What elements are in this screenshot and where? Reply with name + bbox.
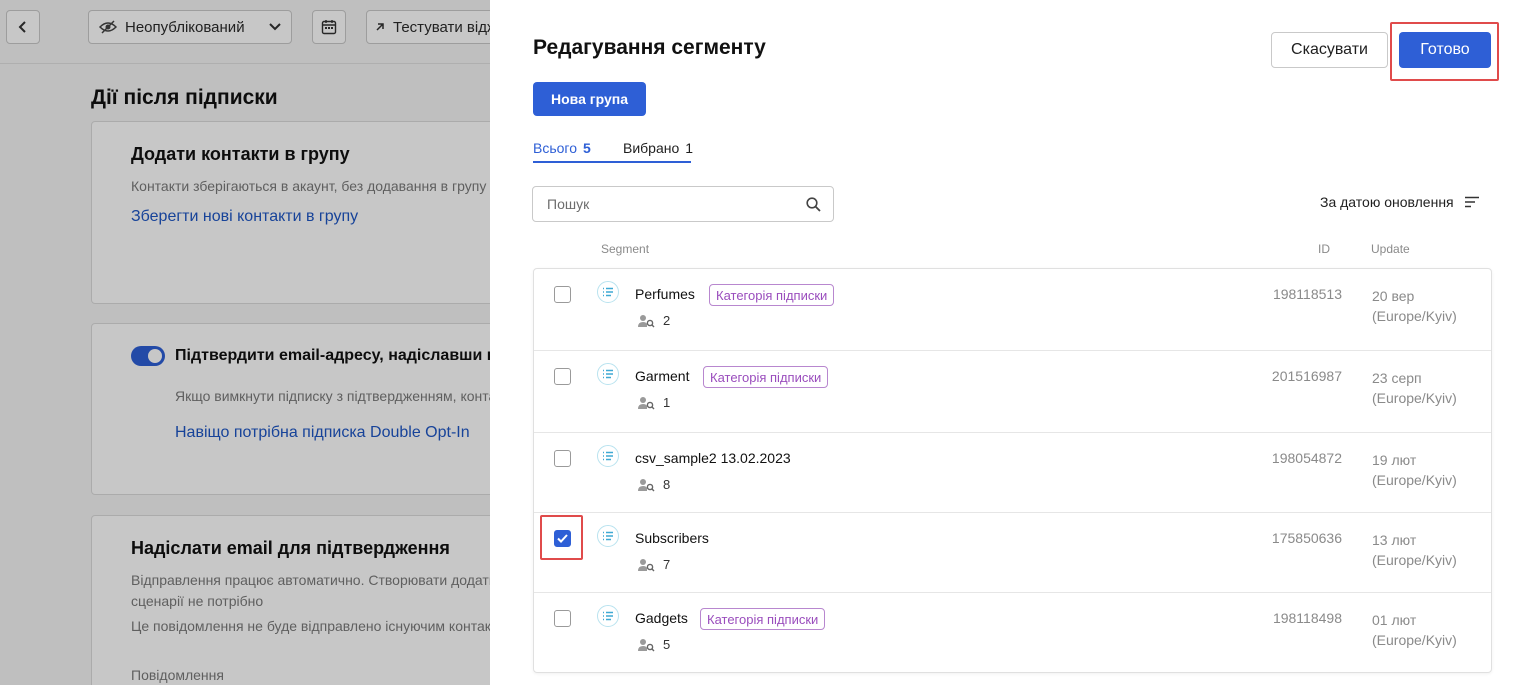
segment-tabs: Всього 5 Вибрано 1: [533, 138, 694, 163]
update-timezone: (Europe/Kyiv): [1372, 552, 1457, 568]
user-search-icon: [638, 314, 655, 327]
table-row[interactable]: Subscribers 7 175850636 13 лют (Europe/Ky…: [534, 513, 1491, 593]
done-button[interactable]: Готово: [1399, 32, 1491, 68]
segment-name[interactable]: Subscribers: [635, 530, 709, 546]
row-checkbox[interactable]: [554, 530, 571, 547]
table-row[interactable]: Garment Категорія підписки 1 201516987 2…: [534, 351, 1491, 433]
member-count-value: 5: [663, 637, 671, 652]
update-timezone: (Europe/Kyiv): [1372, 472, 1457, 488]
user-search-icon: [638, 478, 655, 491]
member-count: 8: [638, 477, 670, 492]
update-timezone: (Europe/Kyiv): [1372, 632, 1457, 648]
update-date: 20 вер (Europe/Kyiv): [1372, 286, 1457, 326]
cancel-button[interactable]: Скасувати: [1271, 32, 1388, 68]
member-count-value: 2: [663, 313, 671, 328]
search-icon[interactable]: [806, 196, 821, 212]
update-date: 13 лют (Europe/Kyiv): [1372, 530, 1457, 570]
table-row[interactable]: Perfumes Категорія підписки 2 198118513 …: [534, 269, 1491, 351]
new-group-button[interactable]: Нова група: [533, 82, 646, 116]
table-row[interactable]: csv_sample2 13.02.2023 8 198054872 19 лю…: [534, 433, 1491, 513]
segment-id: 198118498: [1272, 610, 1342, 626]
category-badge: Категорія підписки: [700, 608, 826, 630]
update-date-value: 13 лют: [1372, 532, 1417, 548]
member-count-value: 8: [663, 477, 671, 492]
tab-selected-count: 1: [685, 140, 694, 156]
modal-backdrop[interactable]: [0, 0, 490, 685]
table-row[interactable]: Gadgets Категорія підписки 5 198118498 0…: [534, 593, 1491, 673]
user-search-icon: [638, 558, 655, 571]
segment-name[interactable]: csv_sample2 13.02.2023: [635, 450, 791, 466]
checkmark-icon: [557, 534, 568, 543]
user-search-icon: [638, 396, 655, 409]
segment-list-icon: [597, 525, 619, 547]
row-checkbox[interactable]: [554, 286, 571, 303]
segment-list-icon: [597, 445, 619, 467]
segment-name[interactable]: Perfumes: [635, 286, 695, 302]
row-checkbox[interactable]: [554, 368, 571, 385]
member-count: 2: [638, 313, 670, 328]
drawer-title: Редагування сегменту: [533, 36, 766, 59]
search-placeholder: Пошук: [547, 196, 590, 212]
category-badge: Категорія підписки: [709, 284, 835, 306]
sort-control[interactable]: За датою оновлення: [1320, 194, 1480, 210]
column-header-id: ID: [1318, 242, 1330, 256]
tab-all[interactable]: Всього 5: [533, 138, 623, 158]
update-timezone: (Europe/Kyiv): [1372, 390, 1457, 406]
segment-name[interactable]: Garment: [635, 368, 689, 384]
update-date: 01 лют (Europe/Kyiv): [1372, 610, 1457, 650]
search-input[interactable]: Пошук: [532, 186, 834, 222]
segment-list-icon: [597, 281, 619, 303]
column-header-segment: Segment: [601, 242, 650, 256]
tab-all-label: Всього: [533, 140, 578, 156]
update-date-value: 01 лют: [1372, 612, 1417, 628]
sort-icon: [1464, 196, 1479, 208]
segment-list-icon: [597, 363, 619, 385]
tab-selected-label: Вибрано: [623, 140, 680, 156]
row-checkbox[interactable]: [554, 610, 571, 627]
segment-id: 201516987: [1271, 368, 1342, 384]
edit-segment-drawer: Редагування сегменту Скасувати Готово Но…: [490, 0, 1522, 685]
update-date: 19 лют (Europe/Kyiv): [1372, 450, 1457, 490]
category-badge: Категорія підписки: [703, 366, 829, 388]
member-count: 1: [638, 395, 670, 410]
sort-label: За датою оновлення: [1320, 194, 1454, 210]
segment-id: 198118513: [1272, 286, 1342, 302]
segment-list-icon: [597, 605, 619, 627]
member-count-value: 1: [663, 395, 671, 410]
update-date-value: 23 серп: [1372, 370, 1422, 386]
update-date-value: 19 лют: [1372, 452, 1417, 468]
tab-selected[interactable]: Вибрано 1: [623, 138, 694, 158]
update-date-value: 20 вер: [1372, 288, 1415, 304]
row-checkbox[interactable]: [554, 450, 571, 467]
member-count: 5: [638, 637, 670, 652]
member-count: 7: [638, 557, 670, 572]
update-timezone: (Europe/Kyiv): [1372, 308, 1457, 324]
member-count-value: 7: [663, 557, 671, 572]
update-date: 23 серп (Europe/Kyiv): [1372, 368, 1457, 408]
tab-all-count: 5: [583, 140, 591, 156]
segment-id: 175850636: [1271, 530, 1342, 546]
segment-name[interactable]: Gadgets: [635, 610, 688, 626]
user-search-icon: [638, 638, 655, 651]
column-header-update: Update: [1371, 242, 1410, 256]
segment-table: Perfumes Категорія підписки 2 198118513 …: [533, 268, 1492, 673]
segment-id: 198054872: [1271, 450, 1342, 466]
